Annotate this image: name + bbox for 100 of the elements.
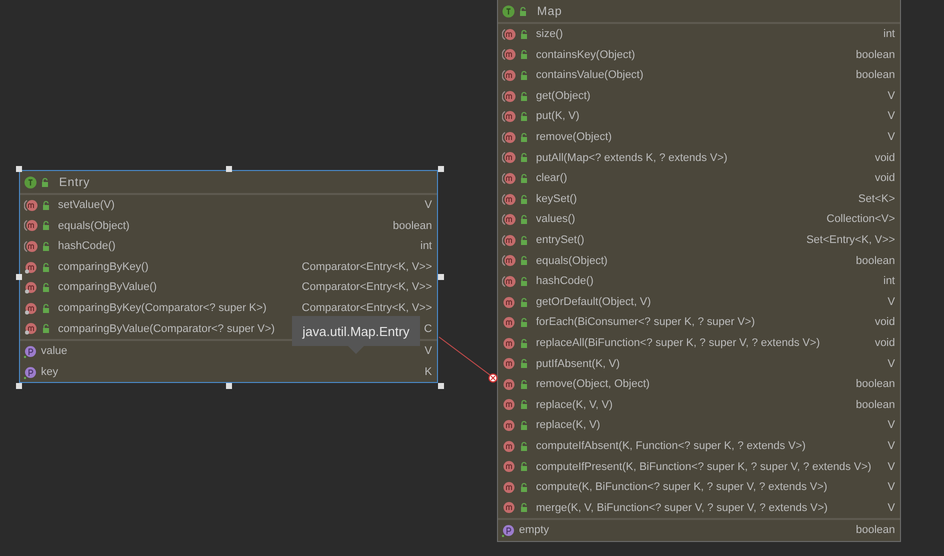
lock-icon [42,304,50,313]
interface-icon [502,4,515,18]
lock-icon [42,221,50,230]
lock-icon [42,200,50,210]
lock-icon [42,262,50,272]
lock-icon [519,6,527,16]
field-name: value [41,344,68,360]
resize-handle[interactable] [16,166,22,172]
method-signature: equals(Object) [536,254,608,269]
return-type: boolean [854,68,895,84]
abstract-method-icon [24,198,38,212]
return-type: Comparator<Entry<K, V>> [300,301,432,316]
method-signature: putIfAbsent(K, V) [536,356,620,372]
return-type: V [886,109,895,124]
lock-icon [520,236,528,245]
method-signature: forEach(BiConsumer<? super K, ? super V>) [536,315,755,330]
lock-icon [520,338,528,348]
return-type: void [874,150,895,166]
abstract-method-icon [502,110,516,124]
lock-icon [520,276,528,286]
interface-icon [24,176,37,188]
method-signature: comparingByKey() [58,260,148,275]
method-icon [502,440,516,453]
lock-icon [42,242,50,251]
resize-handle[interactable] [226,383,232,389]
abstract-method-icon [502,234,516,247]
method-signature: containsKey(Object) [536,48,636,63]
return-type: Collection<V> [826,212,895,228]
return-type: V [886,438,895,454]
lock-icon [520,194,528,204]
lock-icon [42,324,50,334]
class-title: Map [537,3,562,20]
return-type: V [886,130,895,146]
property-icon [24,344,37,358]
lock-icon [520,380,528,389]
return-type: boolean [854,48,895,63]
return-type: boolean [392,218,432,234]
resize-handle[interactable] [16,274,22,280]
lock-icon [520,318,528,328]
lock-icon [520,442,528,451]
return-type: C [423,322,432,337]
method-signature: setValue(V) [58,198,115,214]
abstract-method-icon [502,48,516,62]
lock-icon [520,421,528,430]
lock-icon [520,92,528,101]
method-icon [502,357,516,370]
abstract-method-icon [502,90,516,103]
return-type: V [886,480,895,496]
method-signature: get(Object) [536,88,590,104]
method-signature: comparingByKey(Comparator<? super K>) [58,301,266,316]
resize-handle[interactable] [438,274,444,280]
abstract-method-icon [502,172,516,185]
method-signature: putAll(Map<? extends K, ? extends V>) [536,150,728,166]
abstract-method-icon [502,151,516,164]
resize-handle[interactable] [226,166,232,172]
method-signature: entrySet() [536,232,584,248]
static-method-icon [24,302,38,315]
method-signature: computeIfPresent(K, BiFunction<? super K, ? super V, ? extends V>) [536,460,872,475]
lock-icon [520,256,528,266]
return-type: V [424,198,432,214]
resize-handle[interactable] [16,383,22,389]
method-icon [502,296,516,309]
return-type: Set<K> [857,192,895,207]
method-icon [502,460,516,474]
resize-handle[interactable] [438,383,444,389]
lock-icon [520,70,528,80]
class-node[interactable] [19,170,438,384]
method-signature: replace(K, V, V) [536,398,613,413]
return-type: V [886,418,895,434]
abstract-method-icon [502,213,516,226]
abstract-method-icon [24,219,38,232]
lock-icon [520,298,528,307]
return-type: Set<Entry<K, V>> [805,232,895,248]
abstract-method-icon [502,254,516,268]
lock-icon [520,50,528,60]
method-signature: compute(K, BiFunction<? super K, ? super V, ? extends V>) [536,480,828,496]
field-type: boolean [854,523,895,538]
lock-icon [520,462,528,472]
method-icon [502,501,516,514]
method-signature: computeIfAbsent(K, Function<? super K, ? extends V>) [536,438,806,454]
field-name: empty [519,523,549,538]
method-signature: getOrDefault(Object, V) [536,294,651,310]
method-signature: replace(K, V) [536,418,600,434]
method-signature: remove(Object) [536,130,612,146]
field-name: key [41,364,58,380]
return-type: void [874,171,895,186]
class-node[interactable] [497,0,901,542]
method-signature: replaceAll(BiFunction<? super K, ? super V, ? extends V>) [536,336,820,351]
lock-icon [42,283,50,292]
resize-handle[interactable] [438,166,444,172]
method-signature: merge(K, V, BiFunction<? super V, ? super V, ? extends V>) [536,500,828,516]
lock-icon [520,132,528,142]
abstract-method-icon [502,68,516,82]
method-signature: size() [536,27,563,42]
method-signature: hashCode() [536,274,594,290]
lock-icon [41,178,49,186]
return-type: V [886,294,895,310]
method-signature: remove(Object, Object) [536,377,650,392]
return-type: int [882,274,895,290]
method-icon [502,480,516,494]
